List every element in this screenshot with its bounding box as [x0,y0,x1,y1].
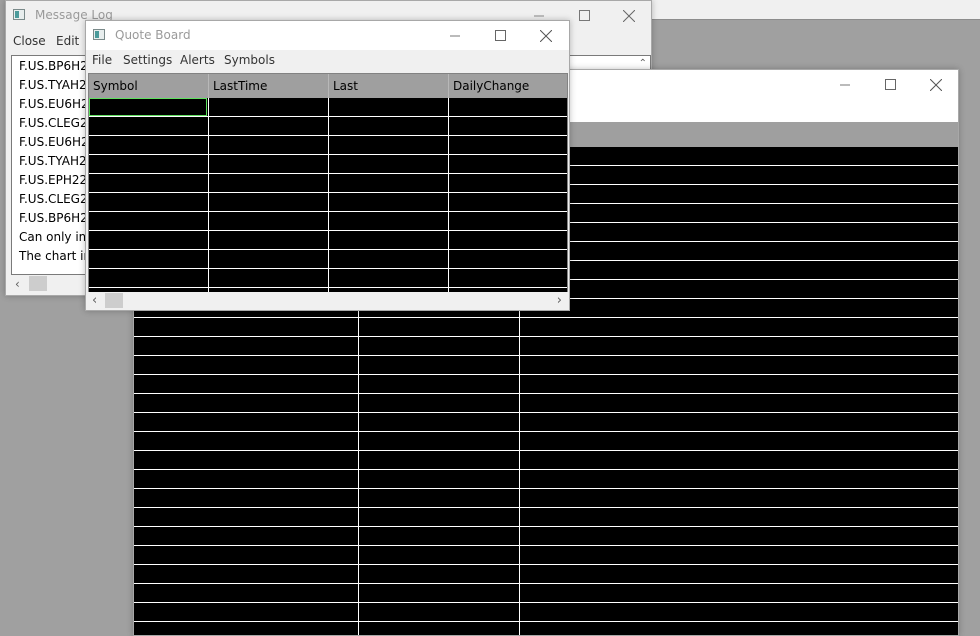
row-divider [89,173,567,174]
row-divider [89,154,567,155]
menu-bar: File Settings Alerts Symbols [86,50,569,72]
minimize-icon [840,84,850,85]
close-icon [930,78,942,91]
row-divider [134,317,958,318]
scrollbar-thumb[interactable] [29,276,47,291]
row-divider [134,564,958,565]
row-divider [89,230,567,231]
grid-header: Symbol LastTime Last DailyChange [89,74,567,98]
window-title: Quote Board [115,28,191,42]
column-divider [208,98,209,292]
row-divider [134,602,958,603]
maximize-button[interactable] [477,21,523,50]
maximize-icon [578,10,590,21]
minimize-button[interactable] [822,70,868,99]
column-divider [208,74,209,98]
menu-alerts[interactable]: Alerts [180,53,215,67]
app-icon [93,29,105,40]
row-divider [134,507,958,508]
menu-settings[interactable]: Settings [123,53,172,67]
row-divider [134,393,958,394]
row-divider [89,268,567,269]
scroll-up-icon[interactable]: ⌃ [639,58,647,69]
menu-edit[interactable]: Edit [56,34,79,48]
minimize-icon [534,15,544,16]
close-button[interactable] [606,1,651,30]
column-divider [448,98,449,292]
minimize-button[interactable] [432,21,478,50]
list-item: F.US.CLEG22 [19,116,96,130]
row-divider [134,412,958,413]
row-divider [89,116,567,117]
maximize-button[interactable] [867,70,913,99]
row-divider [134,355,958,356]
column-divider [328,98,329,292]
scroll-left-icon[interactable]: ‹ [15,277,20,291]
row-divider [89,211,567,212]
menu-close[interactable]: Close [13,34,46,48]
maximize-icon [884,79,896,90]
row-divider [134,526,958,527]
horizontal-scrollbar[interactable]: ‹ › [88,292,568,309]
title-bar[interactable]: Quote Board [86,21,569,50]
close-icon [623,9,635,22]
row-divider [134,450,958,451]
close-button[interactable] [913,70,958,99]
row-divider [134,583,958,584]
background-window-edge [650,0,980,20]
minimize-icon [450,35,460,36]
scrollbar-thumb[interactable] [105,293,123,308]
selected-cell[interactable] [89,98,207,116]
row-divider [134,621,958,622]
close-icon [540,29,552,42]
row-divider [89,287,567,288]
scroll-left-icon[interactable]: ‹ [92,293,97,308]
menu-symbols[interactable]: Symbols [224,53,275,67]
column-header-lasttime[interactable]: LastTime [213,79,267,93]
app-icon [13,9,25,20]
row-divider [134,545,958,546]
row-divider [89,135,567,136]
column-divider [328,74,329,98]
row-divider [134,431,958,432]
row-divider [134,374,958,375]
close-button[interactable] [523,21,569,50]
column-divider [448,74,449,98]
column-header-last[interactable]: Last [333,79,358,93]
maximize-icon [494,30,506,41]
column-header-symbol[interactable]: Symbol [93,79,138,93]
menu-file[interactable]: File [92,53,112,67]
scroll-right-icon[interactable]: › [557,293,562,308]
list-item: F.US.TYAH22 [19,78,95,92]
quote-board-window: Quote Board File Settings Alerts Symbols… [85,20,570,311]
row-divider [89,249,567,250]
row-divider [134,336,958,337]
list-item: F.US.BP6H22 [19,59,96,73]
column-header-dailychange[interactable]: DailyChange [453,79,529,93]
quote-grid[interactable]: Symbol LastTime Last DailyChange [88,73,568,293]
row-divider [134,469,958,470]
row-divider [89,192,567,193]
row-divider [134,488,958,489]
